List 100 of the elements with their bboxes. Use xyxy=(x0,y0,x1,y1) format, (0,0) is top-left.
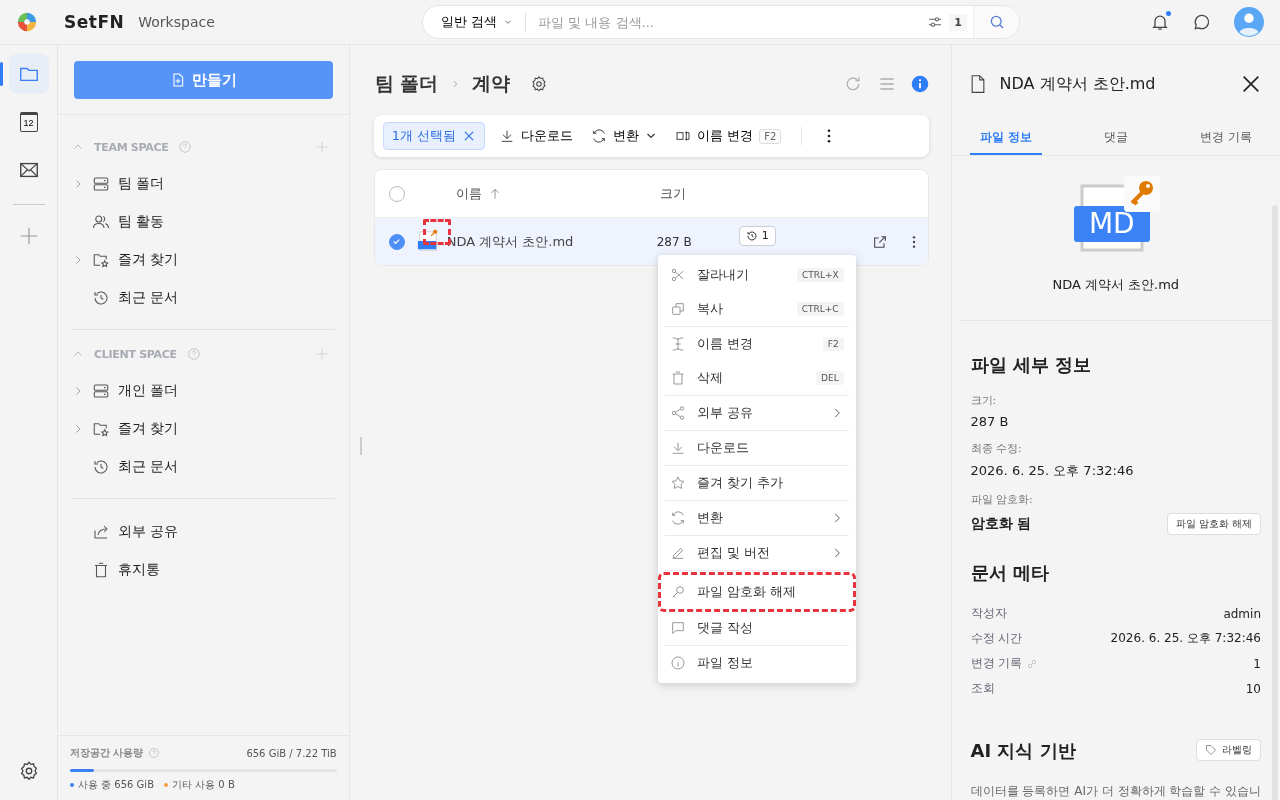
meta-value: 10 xyxy=(1245,681,1261,696)
sidebar-item[interactable]: 팀 폴더 xyxy=(72,165,335,203)
legend-label: 사용 중 656 GiB xyxy=(78,778,154,792)
menu-item[interactable]: 외부 공유 xyxy=(664,396,849,430)
field-label: 최종 수정: xyxy=(970,441,1023,456)
selection-chip[interactable]: 1개 선택됨 xyxy=(382,122,486,150)
version-badge[interactable]: 1 xyxy=(738,225,776,246)
drive-icon xyxy=(92,382,110,400)
sidebar-item[interactable]: 즐겨 찾기 xyxy=(72,410,335,448)
help-icon[interactable] xyxy=(178,140,193,154)
logo-icon xyxy=(16,11,38,33)
description-text: 데이터를 등록하면 AI가 더 정확하게 학습할 수 있습니 xyxy=(970,783,1261,800)
download-button[interactable]: 다운로드 xyxy=(499,127,574,145)
select-all-checkbox[interactable] xyxy=(388,185,405,202)
meta-value: 2026. 6. 25. 오후 7:32:46 xyxy=(1110,630,1261,647)
help-icon[interactable] xyxy=(186,347,201,361)
field-value: 287 B xyxy=(970,414,1010,429)
breadcrumb-link[interactable]: 계약 xyxy=(472,71,511,97)
panel-title: NDA 계약서 초안.md xyxy=(999,73,1156,95)
people-icon xyxy=(92,213,110,231)
section-heading: AI 지식 기반 xyxy=(970,739,1076,763)
search-scope-dropdown[interactable]: 일반 검색 xyxy=(441,12,527,32)
field-label: 파일 암호화: xyxy=(970,492,1034,507)
add-icon[interactable] xyxy=(314,140,329,154)
star-folder-icon xyxy=(92,251,110,269)
panel-tab[interactable]: 댓글 xyxy=(1093,121,1138,155)
menu-item[interactable]: 이름 변경 F2 xyxy=(664,327,849,361)
history-icon xyxy=(92,458,110,476)
calendar-nav-button[interactable]: 12 xyxy=(8,102,49,142)
meta-label: 조회 xyxy=(970,680,995,697)
breadcrumb-link[interactable]: 팀 폴더 xyxy=(374,71,439,97)
field-label: 크기: xyxy=(970,393,998,408)
filter-icon[interactable] xyxy=(927,14,944,30)
sidebar-item[interactable]: 최근 문서 xyxy=(72,448,335,486)
search-button[interactable] xyxy=(973,6,1019,38)
link-icon[interactable] xyxy=(1026,657,1039,670)
meta-value: 1 xyxy=(1253,656,1261,671)
section-title: TEAM SPACE xyxy=(94,140,169,154)
field-value: 암호화 됨 xyxy=(970,515,1032,533)
sidebar-item[interactable]: 최근 문서 xyxy=(72,279,335,317)
meta-value: admin xyxy=(1223,606,1261,621)
decrypt-button[interactable]: 파일 암호화 해제 xyxy=(1166,513,1261,535)
rename-button[interactable]: 이름 변경 F2 xyxy=(675,127,782,145)
copy-icon xyxy=(669,301,686,317)
sync-icon xyxy=(591,128,608,144)
sidebar-item[interactable]: 즐겨 찾기 xyxy=(72,241,335,279)
column-header[interactable]: 이름 xyxy=(455,184,482,203)
star-icon xyxy=(669,475,686,491)
filter-count: 1 xyxy=(949,13,967,31)
info-icon xyxy=(669,655,686,671)
search-field[interactable]: 일반 검색 파일 및 내용 검색... 1 xyxy=(422,5,1020,39)
sidebar-item[interactable]: 외부 공유 xyxy=(72,513,335,551)
meta-label: 수정 시간 xyxy=(970,630,1023,647)
sidebar-item[interactable]: 팀 활동 xyxy=(72,203,335,241)
sidebar-item[interactable]: 휴지통 xyxy=(72,551,335,589)
menu-item[interactable]: 편집 및 버전 xyxy=(664,536,849,570)
file-size: 287 B xyxy=(656,234,693,249)
menu-item[interactable]: 즐겨 찾기 추가 xyxy=(664,466,849,500)
menu-item[interactable]: 삭제 DEL xyxy=(664,361,849,395)
labeling-button[interactable]: 라벨링 xyxy=(1196,739,1261,761)
settings-icon[interactable] xyxy=(530,75,549,93)
help-icon[interactable] xyxy=(148,747,161,759)
panel-tab[interactable]: 파일 정보 xyxy=(969,121,1042,155)
section-title: CLIENT SPACE xyxy=(94,347,177,361)
field-value: 2026. 6. 25. 오후 7:32:46 xyxy=(970,462,1135,480)
menu-item[interactable]: 다운로드 xyxy=(664,431,849,465)
menu-item[interactable]: 복사 CTRL+C xyxy=(664,292,849,326)
column-header[interactable]: 크기 xyxy=(659,184,686,203)
history-icon xyxy=(745,229,758,242)
star-folder-icon xyxy=(92,420,110,438)
section-heading: 문서 메타 xyxy=(970,561,1050,585)
panel-tab[interactable]: 변경 기록 xyxy=(1190,121,1262,155)
storage-title: 저장공간 사용량 xyxy=(70,746,144,760)
open-external-icon[interactable] xyxy=(871,233,888,250)
product-name: Workspace xyxy=(138,14,215,30)
info-icon[interactable] xyxy=(910,75,929,93)
section-heading: 파일 세부 정보 xyxy=(970,353,1093,377)
menu-item[interactable]: 파일 정보 xyxy=(664,646,849,680)
row-checkbox[interactable] xyxy=(388,233,405,250)
chat-icon[interactable] xyxy=(1192,12,1212,32)
share-icon xyxy=(669,405,686,421)
sidebar-item[interactable]: 개인 폴더 xyxy=(72,372,335,410)
legend-label: 기타 사용 0 B xyxy=(172,778,235,792)
active-indicator xyxy=(0,62,3,86)
avatar[interactable] xyxy=(1234,7,1264,37)
convert-button[interactable]: 변환 xyxy=(591,127,658,145)
sync-icon xyxy=(669,510,686,526)
comment-icon xyxy=(669,620,686,636)
folder-nav-button[interactable] xyxy=(8,54,49,94)
scissors-icon xyxy=(669,267,686,283)
menu-item[interactable]: 댓글 작성 xyxy=(664,611,849,645)
menu-item[interactable]: 변환 xyxy=(664,501,849,535)
add-icon[interactable] xyxy=(314,347,329,361)
trash-icon xyxy=(92,561,110,579)
calendar-icon: 12 xyxy=(19,112,38,132)
close-icon[interactable] xyxy=(1240,73,1262,95)
file-name: NDA 계약서 초안.md xyxy=(1052,276,1180,294)
history-icon xyxy=(92,289,110,307)
menu-item[interactable]: 파일 암호화 해제 xyxy=(660,575,853,609)
drive-icon xyxy=(92,175,110,193)
